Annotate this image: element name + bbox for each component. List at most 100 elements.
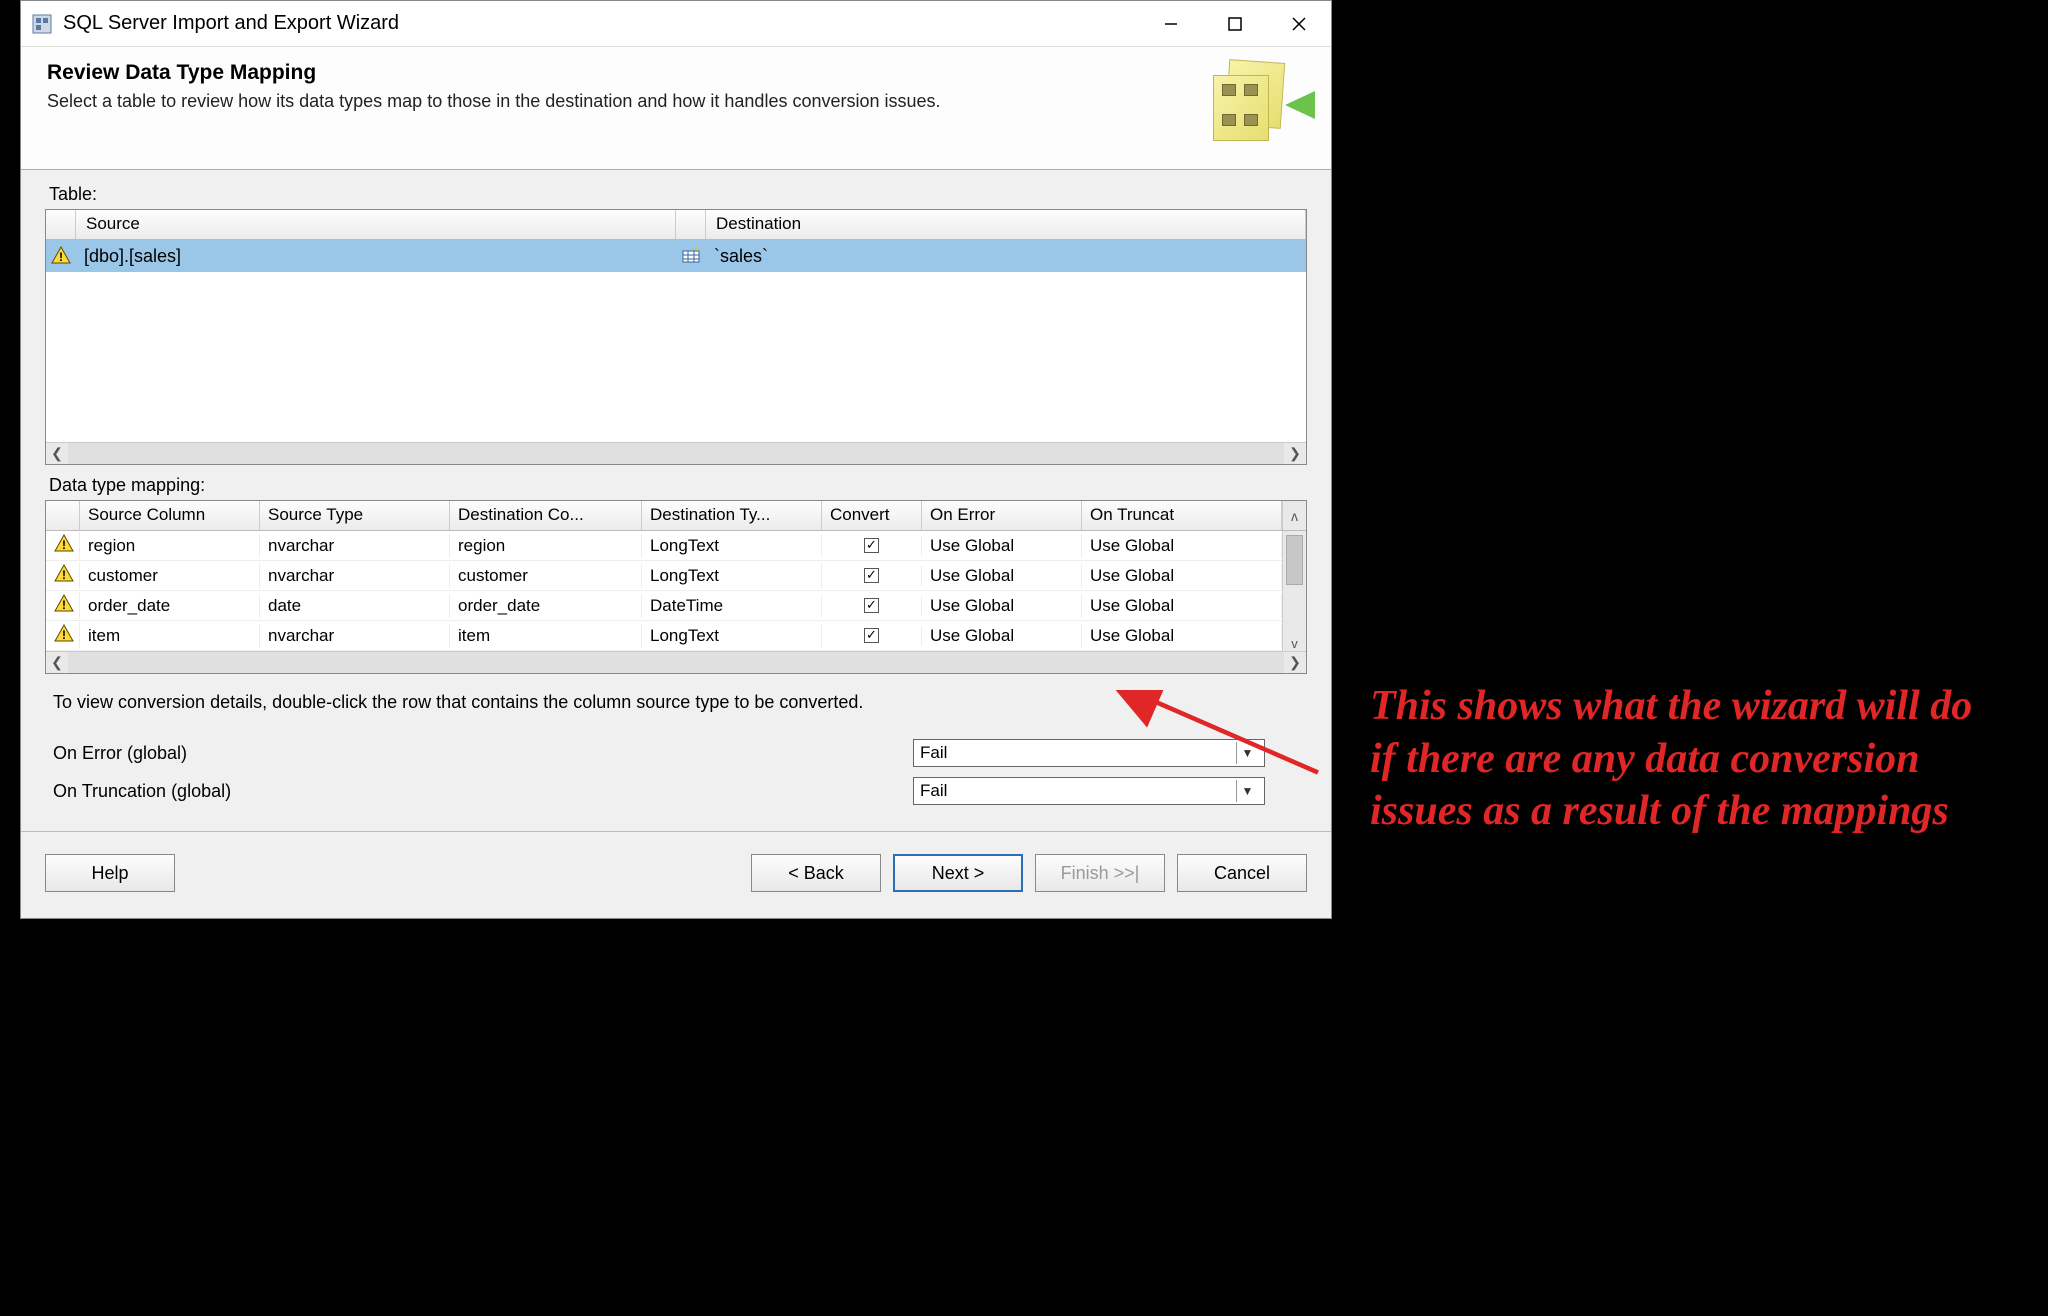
on-truncation-global-value: Fail <box>920 781 1236 801</box>
source-column: customer <box>80 564 260 588</box>
next-label: Next > <box>932 863 985 884</box>
mapping-label: Data type mapping: <box>49 475 1307 496</box>
convert-checkbox[interactable] <box>822 566 922 586</box>
back-button[interactable]: < Back <box>751 854 881 892</box>
warning-icon: ! <box>46 562 80 589</box>
destination-type: LongText <box>642 534 822 558</box>
destination-table-name: `sales` <box>706 244 1306 269</box>
next-button[interactable]: Next > <box>893 854 1023 892</box>
destination-type: DateTime <box>642 594 822 618</box>
footer: Help < Back Next > Finish >>| Cancel <box>21 831 1331 918</box>
on-error-value: Use Global <box>922 594 1082 618</box>
convert-checkbox[interactable] <box>822 626 922 646</box>
svg-text:!: ! <box>62 598 66 612</box>
on-error-value: Use Global <box>922 534 1082 558</box>
col-convert[interactable]: Convert <box>822 501 922 530</box>
col-dest-type[interactable]: Destination Ty... <box>642 501 822 530</box>
svg-text:!: ! <box>62 538 66 552</box>
mapping-row[interactable]: !regionnvarcharregionLongTextUse GlobalU… <box>46 531 1306 561</box>
scroll-right-icon[interactable]: ❯ <box>1284 654 1306 671</box>
finish-button[interactable]: Finish >>| <box>1035 854 1165 892</box>
source-type: nvarchar <box>260 624 450 648</box>
help-button[interactable]: Help <box>45 854 175 892</box>
mapping-row[interactable]: !order_datedateorder_dateDateTimeUse Glo… <box>46 591 1306 621</box>
on-error-value: Use Global <box>922 624 1082 648</box>
scroll-track[interactable] <box>68 443 1284 464</box>
destination-column: customer <box>450 564 642 588</box>
on-error-value: Use Global <box>922 564 1082 588</box>
table-label: Table: <box>49 184 1307 205</box>
on-error-global-row: On Error (global) Fail ▼ <box>53 739 1307 767</box>
col-source-column[interactable]: Source Column <box>80 501 260 530</box>
on-truncation-value: Use Global <box>1082 564 1282 588</box>
scroll-right-icon[interactable]: ❯ <box>1284 445 1306 462</box>
scroll-down-icon[interactable]: v <box>1283 636 1306 651</box>
col-source-type[interactable]: Source Type <box>260 501 450 530</box>
window-controls <box>1139 1 1331 46</box>
mapping-grid-body: !regionnvarcharregionLongTextUse GlobalU… <box>46 531 1306 651</box>
titlebar: SQL Server Import and Export Wizard <box>21 1 1331 47</box>
col-destination[interactable]: Destination <box>706 210 1306 239</box>
mapping-grid: Source Column Source Type Destination Co… <box>45 500 1307 674</box>
destination-type: LongText <box>642 564 822 588</box>
mapping-hscroll[interactable]: ❮ ❯ <box>46 651 1306 673</box>
cancel-button[interactable]: Cancel <box>1177 854 1307 892</box>
scroll-left-icon[interactable]: ❮ <box>46 654 68 671</box>
destination-table-icon <box>676 247 706 266</box>
source-type: date <box>260 594 450 618</box>
col-on-error[interactable]: On Error <box>922 501 1082 530</box>
dropdown-arrow-icon: ▼ <box>1236 742 1258 764</box>
convert-checkbox[interactable] <box>822 536 922 556</box>
on-truncation-global-row: On Truncation (global) Fail ▼ <box>53 777 1307 805</box>
source-column: order_date <box>80 594 260 618</box>
minimize-button[interactable] <box>1139 1 1203 46</box>
annotation-text: This shows what the wizard will do if th… <box>1370 680 1990 838</box>
col-source[interactable]: Source <box>76 210 676 239</box>
convert-checkbox[interactable] <box>822 596 922 616</box>
app-icon <box>31 13 53 35</box>
table-list-header: Source Destination <box>46 210 1306 240</box>
wizard-body: Table: Source Destination ! [dbo].[sales… <box>21 170 1331 831</box>
on-truncation-value: Use Global <box>1082 594 1282 618</box>
on-error-global-label: On Error (global) <box>53 743 913 764</box>
destination-column: order_date <box>450 594 642 618</box>
conversion-hint: To view conversion details, double-click… <box>53 692 1307 713</box>
on-truncation-value: Use Global <box>1082 534 1282 558</box>
source-type: nvarchar <box>260 564 450 588</box>
mapping-row[interactable]: !itemnvarcharitemLongTextUse GlobalUse G… <box>46 621 1306 651</box>
scroll-up-icon[interactable]: ʌ <box>1282 501 1306 530</box>
mapping-grid-header: Source Column Source Type Destination Co… <box>46 501 1306 531</box>
table-row[interactable]: ! [dbo].[sales] `sales` <box>46 240 1306 272</box>
back-label: < Back <box>788 863 844 884</box>
destination-column: item <box>450 624 642 648</box>
maximize-button[interactable] <box>1203 1 1267 46</box>
close-button[interactable] <box>1267 1 1331 46</box>
on-truncation-global-combo[interactable]: Fail ▼ <box>913 777 1265 805</box>
on-error-global-value: Fail <box>920 743 1236 763</box>
warning-icon: ! <box>46 246 76 267</box>
dropdown-arrow-icon: ▼ <box>1236 780 1258 802</box>
destination-column: region <box>450 534 642 558</box>
wizard-window: SQL Server Import and Export Wizard Revi… <box>20 0 1332 919</box>
svg-text:!: ! <box>62 628 66 642</box>
warning-icon: ! <box>46 622 80 649</box>
page-title: Review Data Type Mapping <box>47 61 1207 85</box>
table-list-hscroll[interactable]: ❮ ❯ <box>46 442 1306 464</box>
on-error-global-combo[interactable]: Fail ▼ <box>913 739 1265 767</box>
table-list: Source Destination ! [dbo].[sales] `sale… <box>45 209 1307 465</box>
col-dest-column[interactable]: Destination Co... <box>450 501 642 530</box>
scroll-left-icon[interactable]: ❮ <box>46 445 68 462</box>
scroll-thumb[interactable] <box>1286 535 1303 585</box>
warning-icon: ! <box>46 592 80 619</box>
mapping-row[interactable]: !customernvarcharcustomerLongTextUse Glo… <box>46 561 1306 591</box>
scroll-track[interactable] <box>68 652 1284 673</box>
svg-text:!: ! <box>59 250 63 264</box>
destination-type: LongText <box>642 624 822 648</box>
mapping-vscroll[interactable]: v <box>1282 531 1306 651</box>
source-column: item <box>80 624 260 648</box>
svg-text:!: ! <box>62 568 66 582</box>
col-on-truncation[interactable]: On Truncat <box>1082 501 1282 530</box>
source-column: region <box>80 534 260 558</box>
window-title: SQL Server Import and Export Wizard <box>63 12 1139 35</box>
finish-label: Finish >>| <box>1061 863 1140 884</box>
